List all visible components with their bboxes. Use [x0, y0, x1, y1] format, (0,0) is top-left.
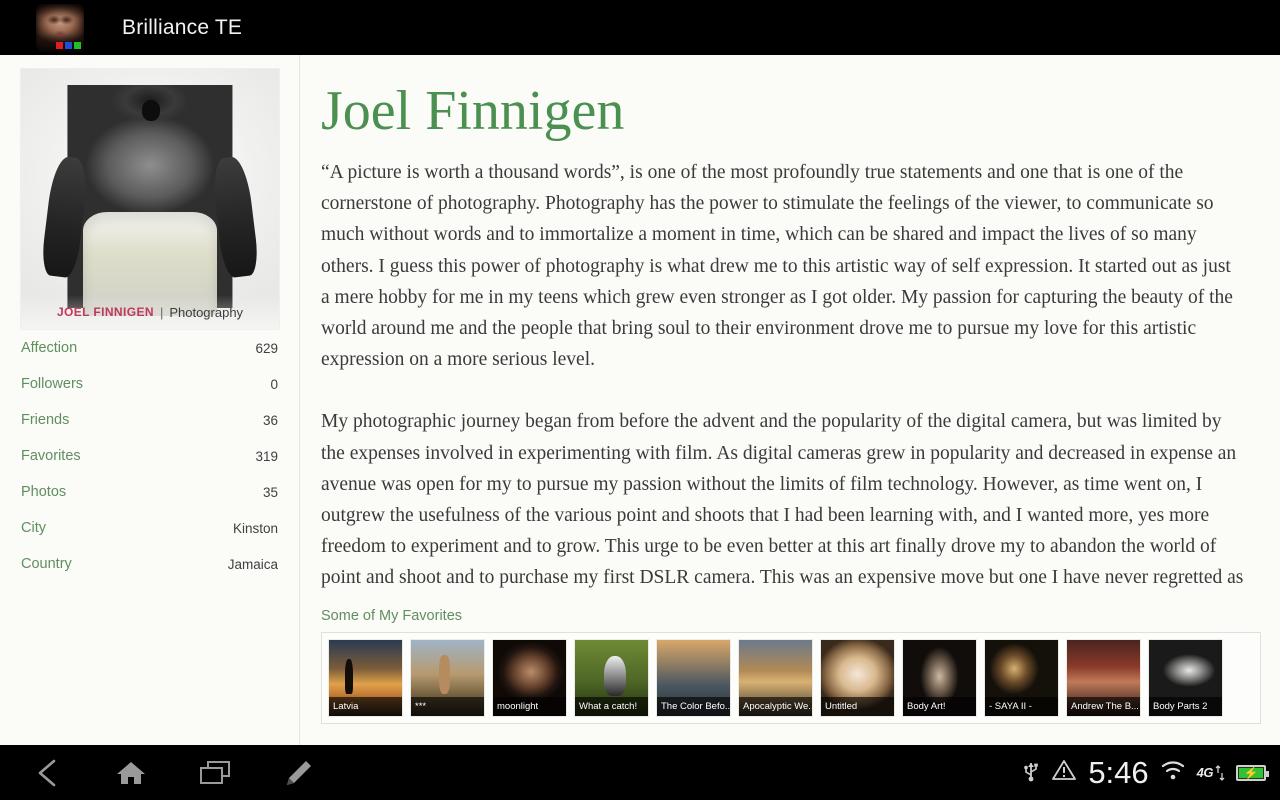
- thumbnail-caption: Body Parts 2: [1149, 696, 1222, 716]
- thumbnail-caption: Apocalyptic We...: [739, 696, 812, 716]
- network-traffic-arrows: [1215, 764, 1225, 781]
- stat-row-favorites[interactable]: Favorites 319: [20, 438, 279, 474]
- stat-row-city: City Kinston: [20, 510, 279, 546]
- favorite-thumbnail[interactable]: Apocalyptic We...: [738, 638, 813, 717]
- stat-value: 629: [255, 340, 278, 356]
- stat-label: Favorites: [21, 448, 81, 464]
- profile-sidebar: JOEL FINNIGEN | Photography Affection 62…: [0, 55, 300, 745]
- swatch-green: [74, 41, 81, 49]
- profile-content: Joel Finnigen “A picture is worth a thou…: [300, 55, 1280, 745]
- status-clock: 5:46: [1088, 755, 1149, 790]
- app-face-icon[interactable]: [36, 3, 84, 52]
- favorite-thumbnail[interactable]: The Color Befo...: [656, 638, 731, 717]
- profile-photo[interactable]: JOEL FINNIGEN | Photography: [20, 68, 280, 330]
- photo-watermark: JOEL FINNIGEN | Photography: [21, 295, 279, 329]
- stat-row-country: Country Jamaica: [20, 546, 279, 582]
- photo-face-detail: [142, 100, 161, 121]
- back-icon[interactable]: [26, 753, 68, 793]
- network-label: 4G: [1196, 765, 1214, 780]
- thumbnail-caption: The Color Befo...: [657, 696, 730, 716]
- app-bar: Brilliance TE: [0, 0, 1280, 55]
- thumbnail-caption: moonlight: [493, 696, 566, 716]
- bio-paragraph-1: “A picture is worth a thousand words”, i…: [321, 162, 1233, 371]
- stat-label: Affection: [21, 340, 78, 356]
- stat-label: Followers: [21, 376, 84, 392]
- edit-pencil-icon[interactable]: [278, 753, 320, 793]
- status-icons[interactable]: 5:46 4G ⚡: [1022, 757, 1280, 788]
- usb-icon: [1022, 758, 1040, 787]
- tablet-screen: Brilliance TE JOEL FINNIGEN | Photograph…: [0, 0, 1280, 800]
- profile-bio: “A picture is worth a thousand words”, i…: [321, 157, 1244, 594]
- home-icon[interactable]: [110, 753, 152, 793]
- watermark-kind: Photography: [169, 304, 244, 320]
- watermark-name: JOEL FINNIGEN: [56, 305, 154, 319]
- charging-bolt-icon: ⚡: [1243, 765, 1259, 780]
- thumbnail-caption: ***: [411, 696, 484, 716]
- navigation-buttons: [0, 753, 320, 793]
- favorite-thumbnail[interactable]: Andrew The B...: [1066, 638, 1141, 717]
- stat-value: 36: [262, 412, 278, 428]
- stat-row-affection[interactable]: Affection 629: [20, 330, 279, 366]
- two-column-layout: JOEL FINNIGEN | Photography Affection 62…: [0, 55, 1280, 745]
- favorite-thumbnail[interactable]: What a catch!: [574, 638, 649, 717]
- stat-value: 319: [255, 448, 278, 464]
- wifi-icon: [1160, 759, 1186, 786]
- app-icon-color-swatches: [56, 41, 81, 49]
- page-body: JOEL FINNIGEN | Photography Affection 62…: [0, 55, 1280, 745]
- favorite-thumbnail[interactable]: Untitled: [820, 638, 895, 717]
- favorites-heading: Some of My Favorites: [321, 607, 463, 624]
- stat-value: Jamaica: [227, 556, 278, 572]
- warning-triangle-icon: [1051, 758, 1077, 787]
- favorite-thumbnail[interactable]: Latvia: [328, 638, 403, 717]
- favorite-thumbnail[interactable]: - SAYA II -: [984, 638, 1059, 717]
- favorite-thumbnail[interactable]: Body Art!: [902, 638, 977, 717]
- stat-row-photos[interactable]: Photos 35: [20, 474, 279, 510]
- favorite-thumbnail[interactable]: moonlight: [492, 638, 567, 717]
- favorite-thumbnail[interactable]: ***: [410, 638, 485, 717]
- favorites-strip[interactable]: Latvia *** moonlight What a catch! The C…: [321, 631, 1261, 724]
- thumbnail-caption: What a catch!: [575, 696, 648, 716]
- app-title: Brilliance TE: [122, 15, 243, 39]
- thumbnail-caption: Untitled: [821, 696, 894, 716]
- thumbnail-caption: Latvia: [329, 696, 402, 716]
- stat-value: 35: [262, 484, 278, 500]
- page-title: Joel Finnigen: [321, 80, 625, 142]
- bio-paragraph-2: My photographic journey began from befor…: [321, 411, 1244, 589]
- favorite-thumbnail[interactable]: Body Parts 2: [1148, 638, 1223, 717]
- stat-label: City: [21, 520, 46, 536]
- stat-value: Kinston: [232, 520, 278, 536]
- recents-icon[interactable]: [194, 753, 236, 793]
- stat-label: Friends: [21, 412, 70, 428]
- network-type-indicator: 4G: [1196, 764, 1225, 781]
- stat-row-friends[interactable]: Friends 36: [20, 402, 279, 438]
- battery-charging-icon: ⚡: [1236, 764, 1269, 781]
- stat-row-followers[interactable]: Followers 0: [20, 366, 279, 402]
- stat-label: Photos: [21, 484, 67, 500]
- thumbnail-caption: Body Art!: [903, 696, 976, 716]
- stat-label: Country: [21, 556, 72, 572]
- thumbnail-caption: - SAYA II -: [985, 696, 1058, 716]
- watermark-separator: |: [159, 304, 164, 320]
- system-navigation-bar: 5:46 4G ⚡: [0, 745, 1280, 800]
- stat-value: 0: [270, 376, 278, 392]
- swatch-blue: [65, 41, 72, 49]
- thumbnail-caption: Andrew The B...: [1067, 696, 1140, 716]
- swatch-red: [56, 41, 63, 49]
